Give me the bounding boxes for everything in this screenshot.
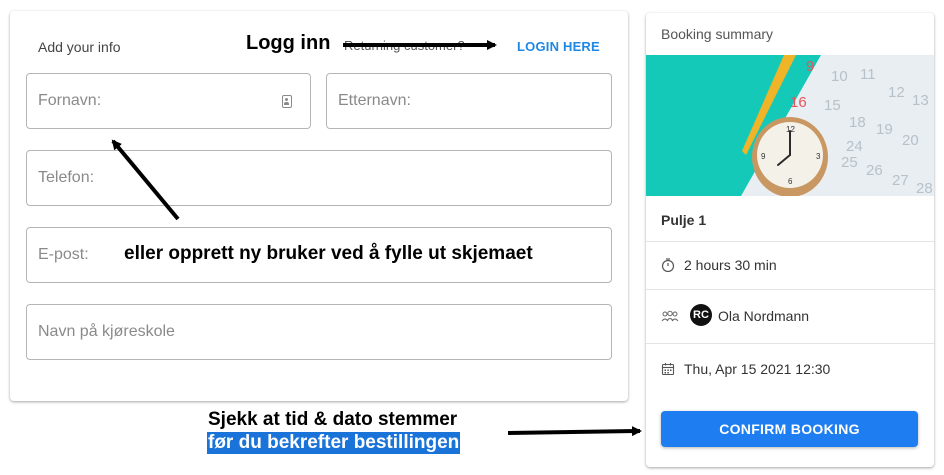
login-here-link[interactable]: LOGIN HERE: [517, 39, 600, 54]
svg-text:20: 20: [902, 132, 919, 149]
svg-text:11: 11: [860, 66, 876, 83]
svg-text:25: 25: [841, 154, 858, 171]
svg-text:16: 16: [790, 94, 807, 111]
svg-text:9: 9: [761, 152, 766, 161]
instructor-row: RC Ola Nordmann: [646, 289, 934, 343]
driving-school-input[interactable]: [27, 305, 611, 359]
calendar-clock-image: 10 11 12 13 15 18 19 20 25 26 27 28 24 9 16 12 3 6 9: [646, 55, 934, 196]
svg-text:19: 19: [876, 121, 893, 138]
booking-summary-title: Booking summary: [661, 26, 774, 42]
returning-customer-label: Returning customer?: [344, 38, 465, 53]
first-name-field[interactable]: [26, 73, 311, 129]
driving-school-field[interactable]: [26, 304, 612, 360]
instructor-name: Ola Nordmann: [718, 308, 810, 324]
calendar-icon: [661, 363, 675, 376]
annotation-login: Logg inn: [246, 32, 331, 54]
svg-text:28: 28: [916, 180, 933, 196]
instructor-avatar: RC: [690, 304, 712, 326]
datetime-row: Thu, Apr 15 2021 12:30: [646, 343, 934, 391]
svg-text:24: 24: [846, 138, 863, 155]
contact-card-icon: [282, 95, 292, 108]
people-icon: [661, 310, 679, 322]
svg-text:12: 12: [786, 125, 795, 134]
duration-text: 2 hours 30 min: [684, 257, 777, 273]
annotation-register: eller opprett ny bruker ved å fylle ut s…: [124, 243, 533, 264]
annotation-check-line2: før du bekrefter bestillingen: [207, 432, 461, 454]
annotation-check-line1: Sjekk at tid & dato stemmer: [208, 409, 458, 430]
phone-field[interactable]: [26, 150, 612, 206]
svg-text:3: 3: [816, 152, 821, 161]
svg-text:26: 26: [866, 162, 883, 179]
svg-text:10: 10: [831, 68, 848, 85]
first-name-input[interactable]: [27, 74, 310, 128]
svg-text:15: 15: [824, 97, 841, 114]
svg-text:12: 12: [888, 84, 905, 101]
svg-text:9: 9: [806, 58, 814, 75]
form-heading: Add your info: [38, 39, 121, 55]
confirm-booking-button[interactable]: CONFIRM BOOKING: [661, 411, 918, 447]
last-name-field[interactable]: [326, 73, 612, 129]
svg-text:13: 13: [912, 92, 929, 109]
svg-text:18: 18: [849, 114, 866, 131]
booking-summary-card: Booking summary 10 11 12 13 15 18 19 20 25 26 27…: [646, 13, 934, 467]
customer-info-card: Add your info Returning customer? LOGIN …: [10, 11, 628, 401]
svg-text:6: 6: [788, 177, 793, 186]
pool-name: Pulje 1: [661, 212, 707, 228]
timer-icon: [661, 258, 675, 272]
booking-datetime: Thu, Apr 15 2021 12:30: [684, 361, 831, 377]
duration-row: 2 hours 30 min: [646, 241, 934, 289]
last-name-input[interactable]: [327, 74, 611, 128]
phone-input[interactable]: [27, 151, 611, 205]
svg-text:27: 27: [892, 172, 909, 189]
